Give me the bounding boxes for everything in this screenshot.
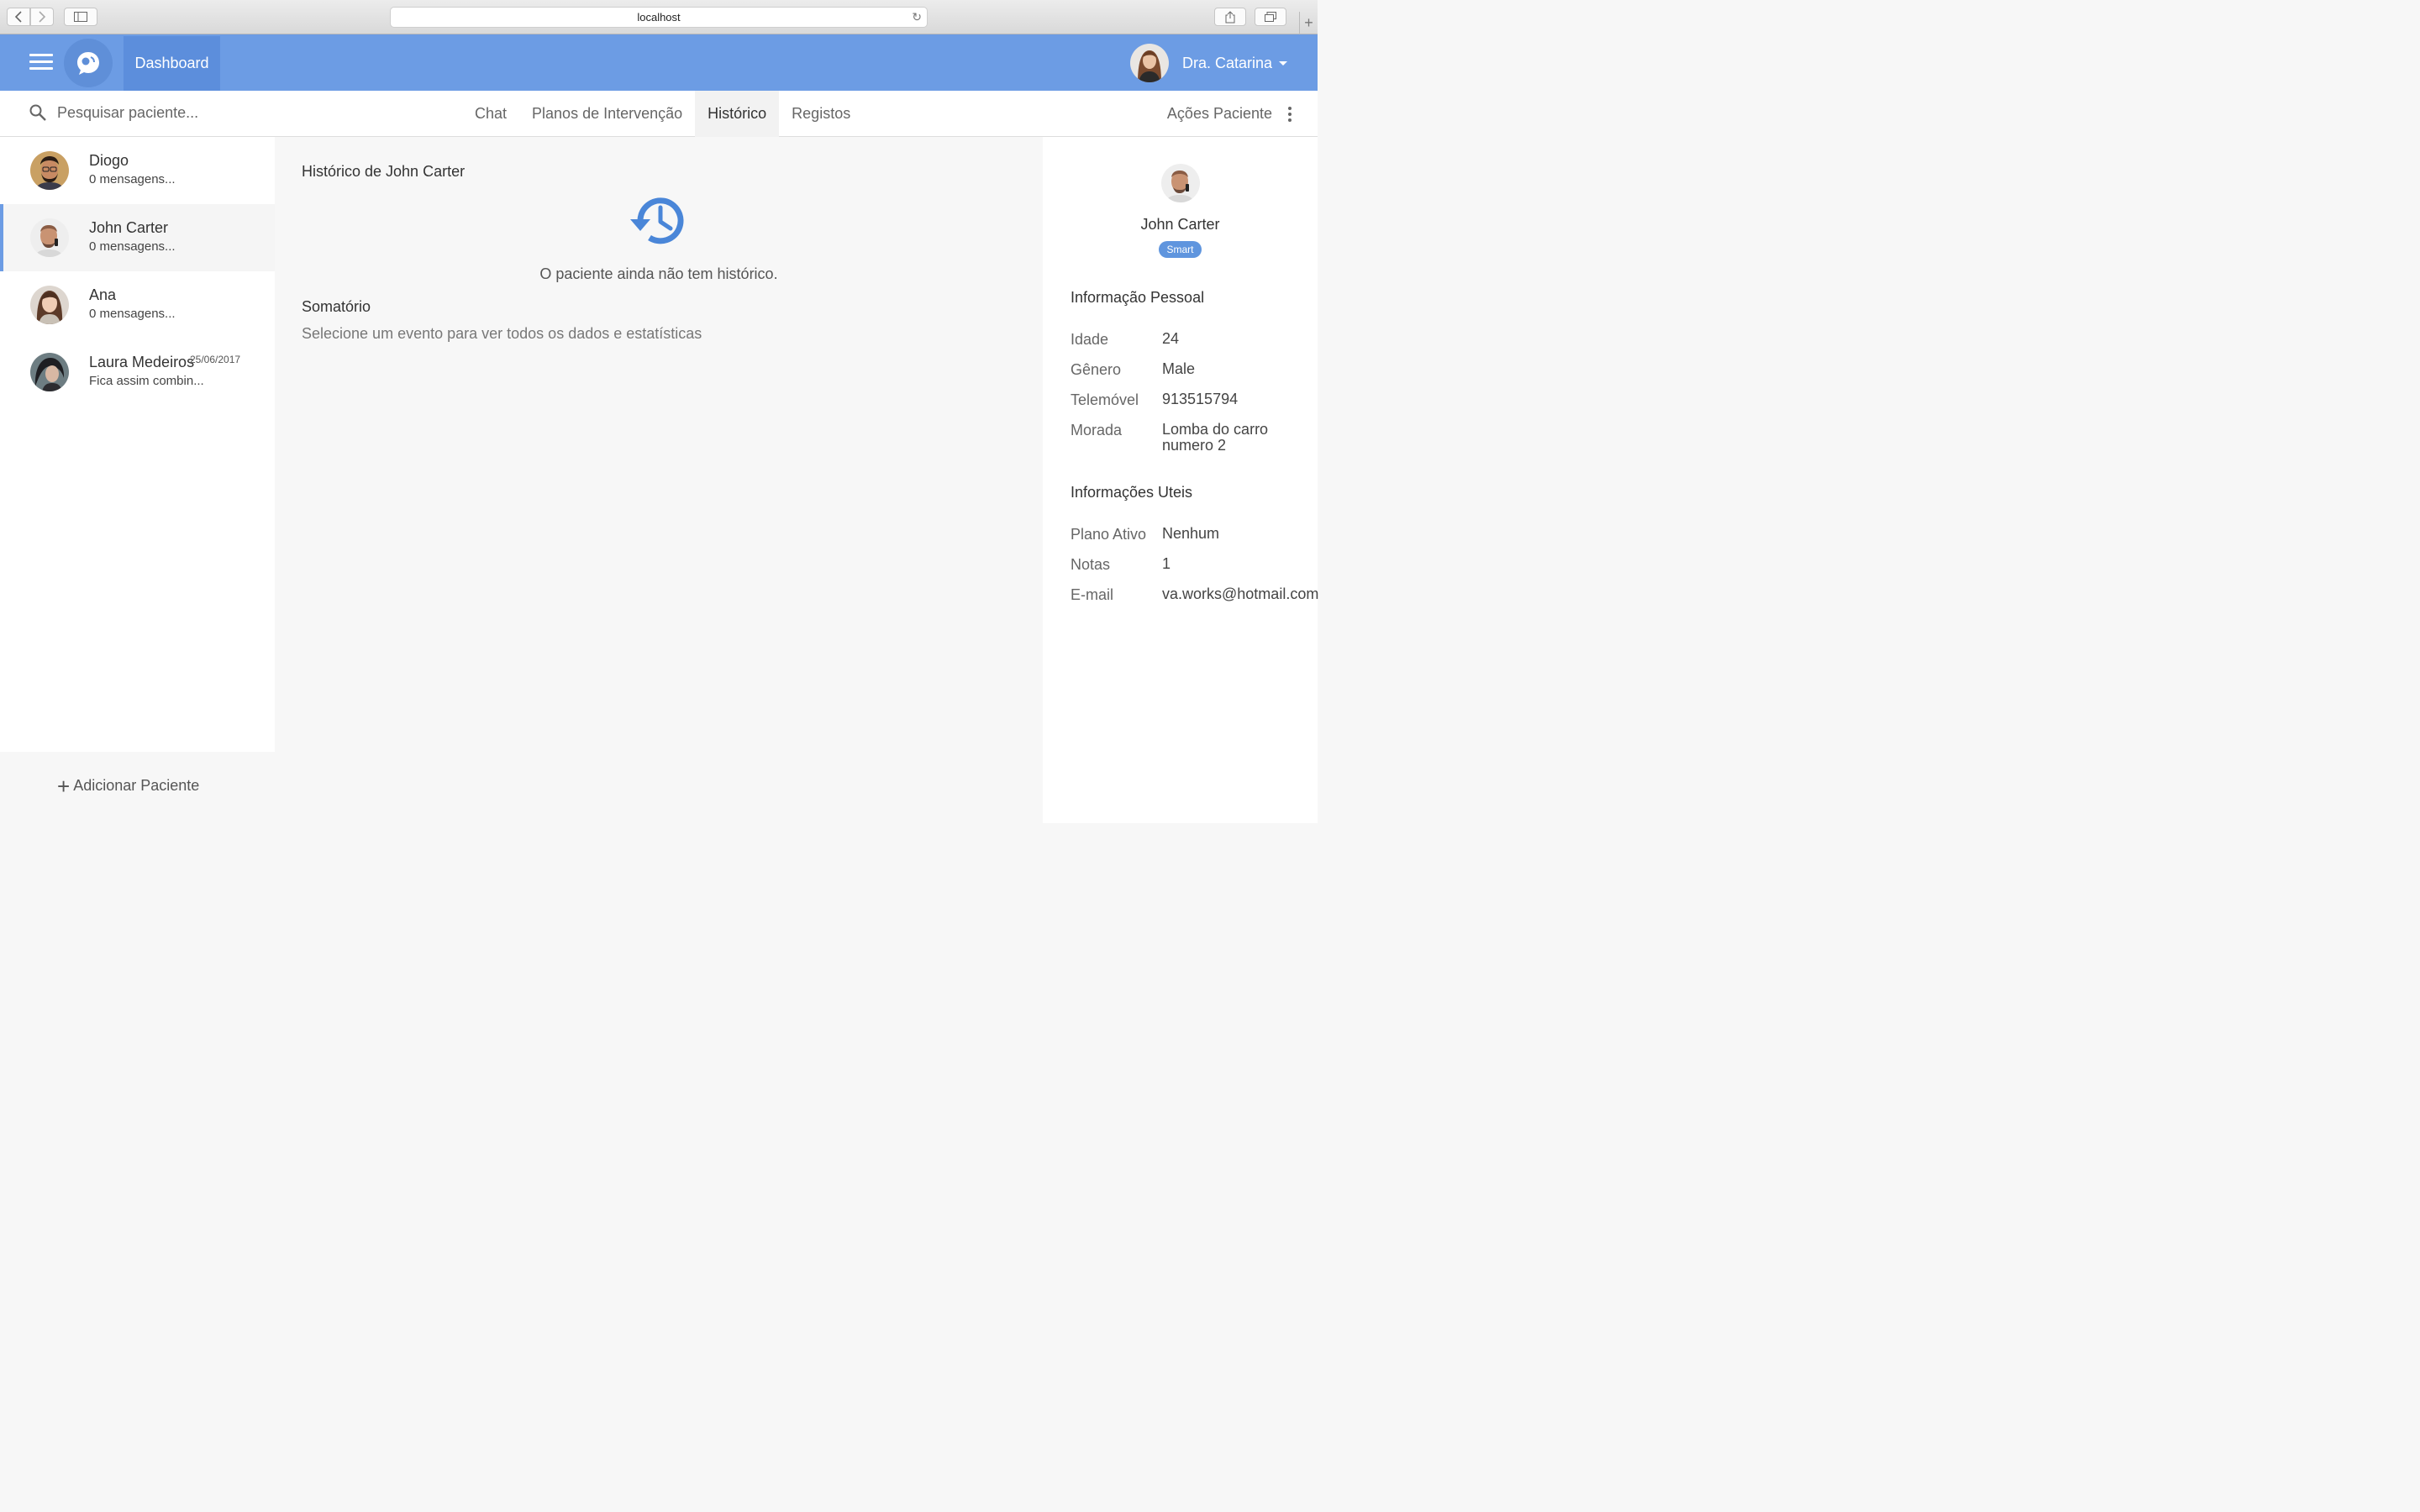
- back-button[interactable]: [7, 8, 30, 26]
- tabs-overview-button[interactable]: [1255, 8, 1286, 26]
- patient-name: Ana: [89, 286, 117, 303]
- user-avatar: [1129, 44, 1169, 82]
- useful-info-title: Informações Uteis: [1071, 484, 1193, 501]
- info-value: Nenhum: [1162, 525, 1220, 542]
- tab-chat[interactable]: Chat: [462, 91, 519, 137]
- caret-down-icon: [1279, 60, 1287, 66]
- list-item[interactable]: John Carter 0 mensagens...: [0, 204, 275, 271]
- info-value: Male: [1162, 360, 1196, 377]
- avatar: [30, 218, 69, 257]
- address-bar[interactable]: localhost ↻: [390, 7, 928, 28]
- profile-name: John Carter: [1140, 216, 1220, 233]
- hamburger-line: [29, 60, 53, 63]
- patient-actions-menu[interactable]: Ações Paciente: [1167, 91, 1292, 137]
- page-title: Histórico de John Carter: [302, 163, 466, 180]
- patient-search: [29, 103, 276, 122]
- status-badge: Smart: [1159, 241, 1202, 258]
- forward-button[interactable]: [30, 8, 54, 26]
- patient-last-message: Fica assim combin...: [89, 374, 204, 388]
- avatar: [30, 286, 69, 324]
- menu-button[interactable]: [29, 54, 53, 72]
- history-icon: [630, 197, 684, 244]
- browser-toolbar: localhost ↻ +: [0, 0, 1318, 34]
- hamburger-line: [29, 67, 53, 70]
- last-message-date: 25/06/2017: [190, 354, 241, 365]
- patient-name: Diogo: [89, 152, 129, 169]
- list-item[interactable]: Laura Medeiros 25/06/2017 Fica assim com…: [0, 339, 275, 406]
- search-icon: [29, 104, 46, 121]
- avatar: [30, 151, 69, 190]
- info-label: E-mail: [1071, 586, 1114, 603]
- info-value: Lomba do carro numero 2: [1162, 421, 1269, 454]
- tab-planos[interactable]: Planos de Intervenção: [519, 91, 695, 137]
- user-name: Dra. Catarina: [1181, 54, 1272, 71]
- section-tabs: Chat Planos de Intervenção Histórico Reg…: [462, 91, 863, 137]
- info-label: Telemóvel: [1071, 391, 1139, 408]
- avatar: [30, 353, 69, 391]
- summary-title: Somatório: [302, 298, 371, 315]
- patient-name: Laura Medeiros: [89, 354, 195, 370]
- empty-history-message: O paciente ainda não tem histórico.: [539, 265, 778, 282]
- share-icon: [1225, 10, 1235, 23]
- info-value: 1: [1162, 555, 1171, 572]
- list-item[interactable]: Diogo 0 mensagens...: [0, 137, 275, 204]
- patient-last-message: 0 mensagens...: [89, 239, 176, 254]
- plus-icon: +: [1304, 14, 1313, 31]
- add-patient-button[interactable]: + Adicionar Paciente: [57, 773, 200, 799]
- info-label: Plano Ativo: [1071, 526, 1147, 543]
- info-label: Gênero: [1071, 361, 1122, 378]
- chevron-right-icon: [39, 11, 46, 23]
- history-panel: Histórico de John Carter O paciente aind…: [275, 137, 1043, 823]
- patient-last-message: 0 mensagens...: [89, 307, 176, 321]
- app-logo[interactable]: [64, 39, 113, 87]
- patient-list: Diogo 0 mensagens... John Carter 0 mensa…: [0, 137, 275, 752]
- summary-text: Selecione um evento para ver todos os da…: [302, 325, 702, 342]
- info-value: 913515794: [1162, 391, 1239, 407]
- patient-name: John Carter: [89, 219, 169, 236]
- patient-actions-label: Ações Paciente: [1166, 105, 1272, 122]
- share-button[interactable]: [1214, 8, 1246, 26]
- personal-info-title: Informação Pessoal: [1071, 289, 1205, 306]
- sub-navigation: Chat Planos de Intervenção Histórico Reg…: [0, 91, 1318, 137]
- add-patient-area: + Adicionar Paciente: [0, 752, 275, 823]
- reload-icon[interactable]: ↻: [912, 8, 922, 27]
- logo-icon: [77, 52, 99, 75]
- add-patient-label: Adicionar Paciente: [73, 777, 200, 794]
- dashboard-tab[interactable]: Dashboard: [124, 36, 220, 91]
- app-header: Dashboard Dra. Catarina: [0, 34, 1318, 91]
- sidebar-icon: [74, 12, 87, 22]
- user-menu[interactable]: Dra. Catarina: [1129, 44, 1287, 82]
- info-value: va.works@hotmail.com: [1162, 585, 1319, 602]
- info-label: Idade: [1071, 331, 1109, 348]
- url-text: localhost: [637, 11, 681, 24]
- info-label: Morada: [1071, 422, 1123, 438]
- tab-registos[interactable]: Registos: [779, 91, 863, 137]
- hamburger-line: [29, 54, 53, 56]
- tab-historico[interactable]: Histórico: [695, 91, 780, 137]
- chevron-left-icon: [14, 11, 22, 23]
- info-value: 24: [1162, 330, 1180, 347]
- more-vert-icon: [1287, 105, 1292, 123]
- list-item[interactable]: Ana 0 mensagens...: [0, 271, 275, 339]
- new-tab-button[interactable]: +: [1299, 12, 1318, 34]
- sidebar-toggle-button[interactable]: [64, 8, 97, 26]
- info-label: Notas: [1071, 556, 1111, 573]
- patient-profile-panel: John Carter Smart Informação Pessoal Ida…: [1043, 137, 1318, 823]
- patient-last-message: 0 mensagens...: [89, 172, 176, 186]
- search-input[interactable]: [57, 103, 276, 122]
- plus-icon: +: [57, 773, 71, 799]
- tabs-icon: [1265, 12, 1276, 22]
- avatar: [1161, 164, 1200, 202]
